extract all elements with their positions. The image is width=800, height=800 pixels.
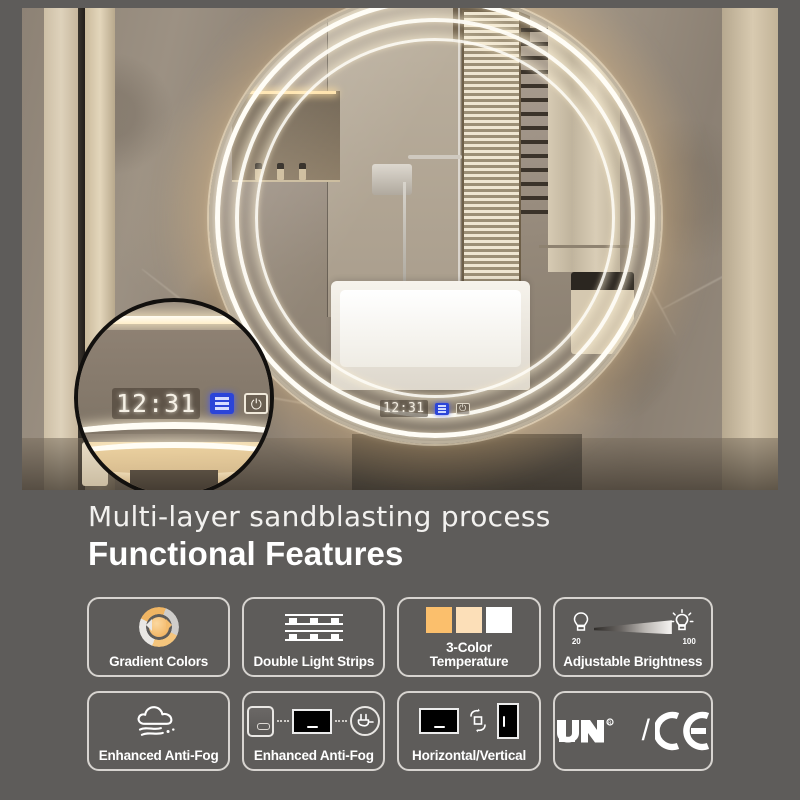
headings-block: Multi-layer sandblasting process Functio… bbox=[88, 500, 551, 574]
wall-trim-left bbox=[44, 8, 78, 490]
switch-display-plug-icon bbox=[247, 705, 381, 737]
bathroom-photo: 12:31 ⏻ 12:31 ⏻ bbox=[22, 8, 778, 490]
feature-label: Enhanced Anti-Fog bbox=[253, 748, 374, 764]
swatch-warm bbox=[426, 606, 453, 633]
bulb-bright-icon bbox=[670, 609, 694, 631]
magnified-base-shadow bbox=[130, 470, 218, 490]
portrait-mirror-icon bbox=[497, 703, 520, 740]
swatch-neutral bbox=[456, 606, 483, 633]
feature-card-double-light-strips[interactable]: Double Light Strips bbox=[242, 597, 386, 677]
ul-ce-certification-icon: R / bbox=[555, 693, 711, 769]
feature-card-color-temperature[interactable]: 3-Color Temperature bbox=[397, 597, 541, 677]
icon-slot bbox=[89, 693, 228, 749]
color-temperature-icon bbox=[426, 606, 513, 633]
feature-label: Horizontal/Vertical bbox=[412, 748, 527, 764]
mirror-clock-display: 12:31 bbox=[380, 400, 428, 417]
icon-slot bbox=[399, 693, 538, 749]
wall-panel-right bbox=[722, 8, 778, 490]
mirror-display-icon bbox=[292, 708, 333, 734]
feature-card-gradient-colors[interactable]: Gradient Colors bbox=[87, 597, 231, 677]
feature-label: Enhanced Anti-Fog bbox=[98, 748, 219, 764]
page-title: Functional Features bbox=[88, 535, 404, 573]
bulb-dim-icon bbox=[573, 612, 589, 631]
magnified-touch-controls[interactable]: 12:31 ⏻ bbox=[112, 388, 269, 419]
svg-text:R: R bbox=[608, 720, 612, 726]
connector-dots-right bbox=[335, 720, 348, 723]
icon-slot bbox=[399, 599, 538, 641]
magnified-top-led bbox=[86, 316, 262, 324]
ul-mark-icon: R bbox=[556, 718, 614, 743]
swatch-cool bbox=[486, 606, 513, 633]
feature-label: Double Light Strips bbox=[253, 654, 375, 670]
icon-slot bbox=[244, 693, 383, 749]
feature-card-anti-fog-cloud[interactable]: Enhanced Anti-Fog bbox=[87, 691, 231, 771]
feature-card-horizontal-vertical[interactable]: Horizontal/Vertical bbox=[397, 691, 541, 771]
ce-mark-icon bbox=[655, 711, 710, 751]
icon-slot bbox=[244, 599, 383, 655]
power-touch-button[interactable]: ⏻ bbox=[455, 402, 470, 415]
brightness-max-label: 100 bbox=[682, 637, 696, 647]
feature-label: Adjustable Brightness bbox=[563, 654, 703, 670]
double-light-strips-icon bbox=[284, 609, 343, 646]
connector-dots-left bbox=[277, 720, 290, 723]
hero-section: 12:31 ⏻ 12:31 ⏻ bbox=[0, 0, 800, 496]
round-led-mirror bbox=[163, 8, 707, 490]
brightness-gradient-wedge bbox=[593, 620, 672, 635]
wall-switch-icon bbox=[247, 705, 275, 737]
anti-fog-cloud-icon bbox=[137, 706, 175, 737]
feature-card-adjustable-brightness[interactable]: 20 100 Adjustable Brightness bbox=[552, 597, 713, 677]
magnified-detail-inset: 12:31 ⏻ bbox=[74, 298, 274, 490]
landscape-mirror-icon bbox=[419, 708, 460, 735]
magnified-power-button[interactable]: ⏻ bbox=[244, 393, 269, 414]
adjustable-brightness-icon: 20 100 bbox=[568, 609, 698, 647]
icon-slot bbox=[89, 599, 228, 655]
mirror-touch-controls[interactable]: 12:31 ⏻ bbox=[380, 400, 470, 417]
rotate-orientation-icon bbox=[419, 703, 520, 740]
feature-card-anti-fog-wiring[interactable]: Enhanced Anti-Fog bbox=[242, 691, 386, 771]
feature-label: Gradient Colors bbox=[109, 654, 209, 670]
feature-card-certifications[interactable]: R / bbox=[552, 691, 713, 771]
magnified-anti-fog-button[interactable] bbox=[210, 393, 235, 414]
rotate-arrows-icon bbox=[470, 708, 486, 733]
gradient-colors-icon bbox=[138, 607, 179, 648]
feature-label: 3-Color Temperature bbox=[429, 639, 509, 670]
anti-fog-touch-button[interactable] bbox=[434, 402, 449, 415]
icon-slot: 20 100 bbox=[555, 599, 711, 655]
product-feature-page: 12:31 ⏻ 12:31 ⏻ Multi-layer sandblasting… bbox=[0, 0, 800, 800]
subtitle-text: Multi-layer sandblasting process bbox=[88, 500, 551, 533]
magnified-clock-display: 12:31 bbox=[112, 388, 201, 419]
cert-separator: / bbox=[641, 714, 650, 747]
power-plug-icon bbox=[350, 706, 381, 737]
led-ring-inner bbox=[255, 38, 615, 398]
feature-grid: Gradient Colors Double Light Strips 3-Co… bbox=[87, 597, 713, 771]
brightness-min-label: 20 bbox=[571, 637, 581, 647]
